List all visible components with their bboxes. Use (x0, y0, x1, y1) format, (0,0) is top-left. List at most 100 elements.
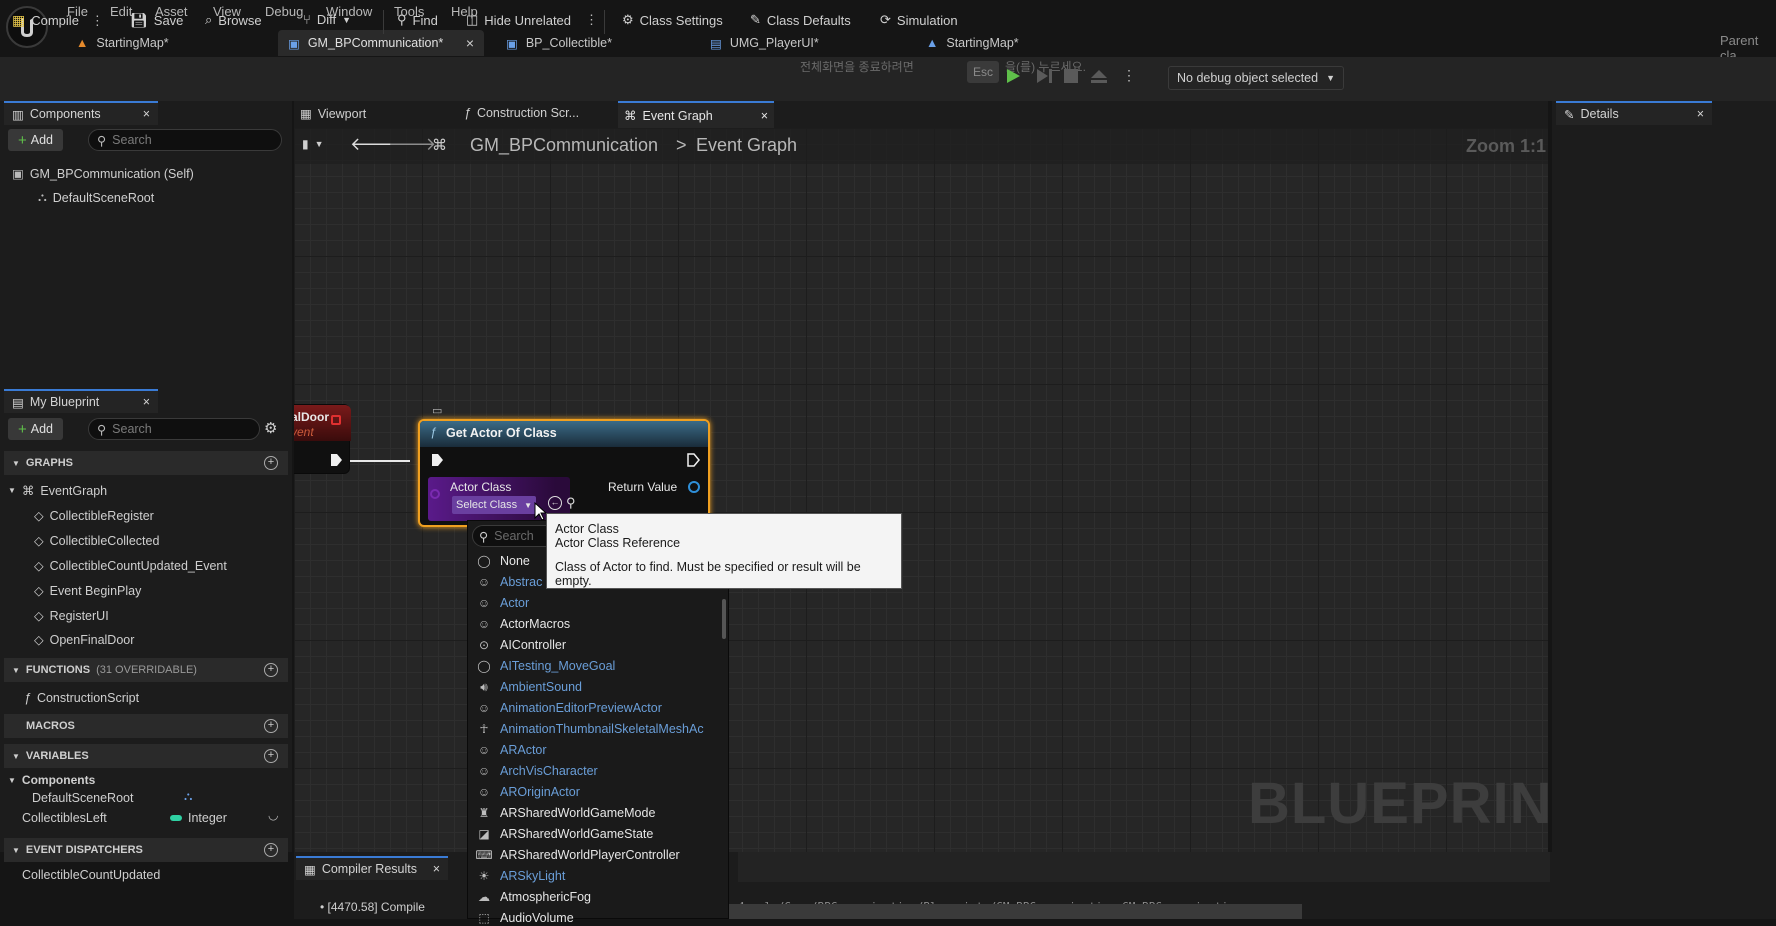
simulation-button[interactable]: ⟳ Simulation (880, 12, 958, 28)
event-collectible-collected[interactable]: ◇ CollectibleCollected (34, 533, 159, 549)
use-selected-icon[interactable]: ← (548, 496, 562, 510)
diff-button[interactable]: ⑂ Diff ▼ (303, 12, 351, 27)
class-option[interactable]: ☺ ArchVisCharacter (476, 763, 598, 779)
class-option[interactable]: ⬚ AudioVolume (476, 910, 573, 926)
class-option[interactable]: ☺ ARActor (476, 742, 547, 758)
class-option[interactable]: 🔊︎ AmbientSound (476, 679, 582, 695)
class-option[interactable]: ⊙ AIController (476, 637, 566, 653)
close-icon[interactable]: × (1697, 107, 1704, 121)
add-graph-icon[interactable]: + (264, 456, 278, 470)
tab-umg-playerui[interactable]: ▤ UMG_PlayerUI* (700, 30, 829, 56)
close-icon[interactable]: × (761, 109, 768, 123)
tab-starting-map-2[interactable]: ▲ StartingMap* (916, 30, 1029, 56)
step-button[interactable] (1036, 68, 1054, 84)
get-actor-of-class-node[interactable]: ƒ Get Actor Of Class Actor Class Select … (418, 419, 710, 527)
compile-button[interactable]: ▦ Compile ⋮ (12, 12, 104, 29)
add-function-icon[interactable]: + (264, 663, 278, 677)
class-option[interactable]: ♜ ARSharedWorldGameMode (476, 805, 656, 821)
close-icon[interactable]: × (433, 862, 440, 876)
macros-section-header[interactable]: MACROS + (4, 714, 288, 738)
exec-out-pin[interactable] (329, 453, 343, 467)
gear-icon[interactable]: ⚙ (264, 419, 277, 437)
menu-debug[interactable]: Debug (265, 4, 303, 19)
variables-section-header[interactable]: ▼ VARIABLES + (4, 744, 288, 768)
dispatcher-collectible-count-updated[interactable]: CollectibleCountUpdated (22, 868, 160, 882)
exec-out-pin[interactable] (686, 453, 700, 467)
tab-construction-script[interactable]: ƒ Construction Scr... (464, 106, 579, 120)
event-open-final-door[interactable]: ◇ OpenFinalDoor (34, 632, 134, 648)
close-icon[interactable]: × (466, 35, 474, 51)
variable-collectibles-left[interactable]: CollectiblesLeft (22, 811, 107, 825)
functions-section-header[interactable]: ▼ FUNCTIONS (31 OVERRIDABLE) + (4, 658, 288, 682)
eject-button[interactable] (1090, 68, 1108, 84)
more-options-icon[interactable]: ⋮ (91, 13, 104, 29)
more-options-icon[interactable]: ⋮ (1122, 67, 1136, 84)
event-dispatchers-section-header[interactable]: ▼ EVENT DISPATCHERS + (4, 838, 288, 862)
browse-button[interactable]: ⌕ Browse (205, 12, 262, 28)
add-variable-icon[interactable]: + (264, 749, 278, 763)
tab-compiler-results[interactable]: ▦ Compiler Results × (296, 856, 448, 880)
eye-icon[interactable]: ◡ (268, 808, 278, 822)
variable-default-scene-root[interactable]: DefaultSceneRoot (32, 791, 133, 805)
breadcrumb-graph[interactable]: Event Graph (696, 135, 797, 156)
component-default-scene-root[interactable]: ⛬ DefaultSceneRoot (38, 190, 154, 205)
tab-starting-map-1[interactable]: ▲ StartingMap* (66, 30, 179, 56)
breadcrumb-blueprint[interactable]: GM_BPCommunication (470, 135, 658, 156)
debug-object-dropdown[interactable]: No debug object selected ▼ (1168, 66, 1344, 90)
class-option[interactable]: ☀ ARSkyLight (476, 868, 566, 884)
find-button[interactable]: ⚲ Find (397, 12, 438, 28)
class-defaults-button[interactable]: ✎ Class Defaults (750, 12, 851, 28)
class-option[interactable]: ☺ ActorMacros (476, 616, 570, 632)
function-construction-script[interactable]: ƒ ConstructionScript (24, 691, 139, 705)
class-option[interactable]: ☺ Actor (476, 595, 529, 611)
class-option[interactable]: ☺ AROriginActor (476, 784, 580, 800)
class-option[interactable]: ◯ AITesting_MoveGoal (476, 658, 615, 674)
close-icon[interactable]: × (143, 107, 150, 121)
graphs-section-header[interactable]: ▼ GRAPHS + (4, 451, 288, 475)
tab-event-graph[interactable]: ⌘ Event Graph × (618, 101, 774, 128)
graph-event-graph[interactable]: ▼ ⌘ EventGraph (8, 483, 107, 499)
more-options-icon[interactable]: ⋮ (585, 12, 598, 28)
close-icon[interactable]: × (143, 395, 150, 409)
add-dispatcher-icon[interactable]: + (264, 843, 278, 857)
comment-bubble-icon[interactable]: ▭ (432, 404, 442, 417)
actor-class-pin[interactable] (430, 489, 440, 499)
component-self[interactable]: ▣ GM_BPCommunication (Self) (12, 166, 194, 182)
exec-in-pin[interactable] (430, 453, 444, 467)
class-option[interactable]: ☥ AnimationThumbnailSkeletalMeshAc (476, 721, 704, 737)
save-button[interactable]: 💾︎ Save (130, 12, 183, 29)
stop-button[interactable] (1064, 69, 1078, 83)
tab-my-blueprint[interactable]: ▤ My Blueprint × (4, 389, 158, 413)
play-button[interactable] (1005, 68, 1021, 84)
my-blueprint-add-button[interactable]: + Add (8, 418, 64, 440)
tab-gm-bpcommunication[interactable]: ▣ GM_BPCommunication* × (278, 30, 484, 56)
class-picker-search-input[interactable]: ⚲ Search (472, 525, 556, 547)
class-option[interactable]: ☁ AtmosphericFog (476, 889, 591, 905)
bookmark-button[interactable]: ▮ ▼ (302, 137, 324, 151)
class-option[interactable]: ⌨ ARSharedWorldPlayerController (475, 847, 679, 863)
class-option[interactable]: ☺ AnimationEditorPreviewActor (476, 700, 662, 716)
my-blueprint-search-input[interactable]: ⚲ Search (88, 418, 260, 440)
class-settings-button[interactable]: ⚙ Class Settings (622, 12, 723, 28)
class-picker-scrollbar[interactable] (722, 599, 726, 639)
class-option[interactable]: ◯ None (476, 553, 530, 569)
event-node-open-final-door[interactable]: alDoor vent (294, 404, 351, 474)
components-search-input[interactable]: ⚲ Search (88, 129, 282, 151)
browse-asset-icon[interactable]: ⚲ (566, 495, 576, 511)
variable-category-components[interactable]: ▼ Components (8, 773, 95, 787)
delegate-pin-icon[interactable] (331, 415, 341, 425)
add-macro-icon[interactable]: + (264, 719, 278, 733)
variable-type-integer[interactable]: Integer (170, 811, 227, 825)
forward-arrow-icon[interactable]: 🡒 (388, 134, 436, 155)
tab-components[interactable]: ▥ Components × (4, 101, 158, 125)
components-add-button[interactable]: + Add (8, 129, 64, 151)
class-option[interactable]: ☺ Abstrac (476, 574, 543, 590)
tab-details[interactable]: ✎ Details × (1556, 101, 1712, 125)
class-option[interactable]: ◪ ARSharedWorldGameState (476, 826, 653, 842)
event-collectible-count-updated[interactable]: ◇ CollectibleCountUpdated_Event (34, 558, 227, 574)
hide-unrelated-button[interactable]: ◫ Hide Unrelated ⋮ (466, 12, 598, 28)
event-collectible-register[interactable]: ◇ CollectibleRegister (34, 508, 154, 524)
event-begin-play[interactable]: ◇ Event BeginPlay (34, 583, 141, 599)
select-class-dropdown[interactable]: Select Class ▼ (452, 496, 536, 514)
event-register-ui[interactable]: ◇ RegisterUI (34, 608, 109, 624)
